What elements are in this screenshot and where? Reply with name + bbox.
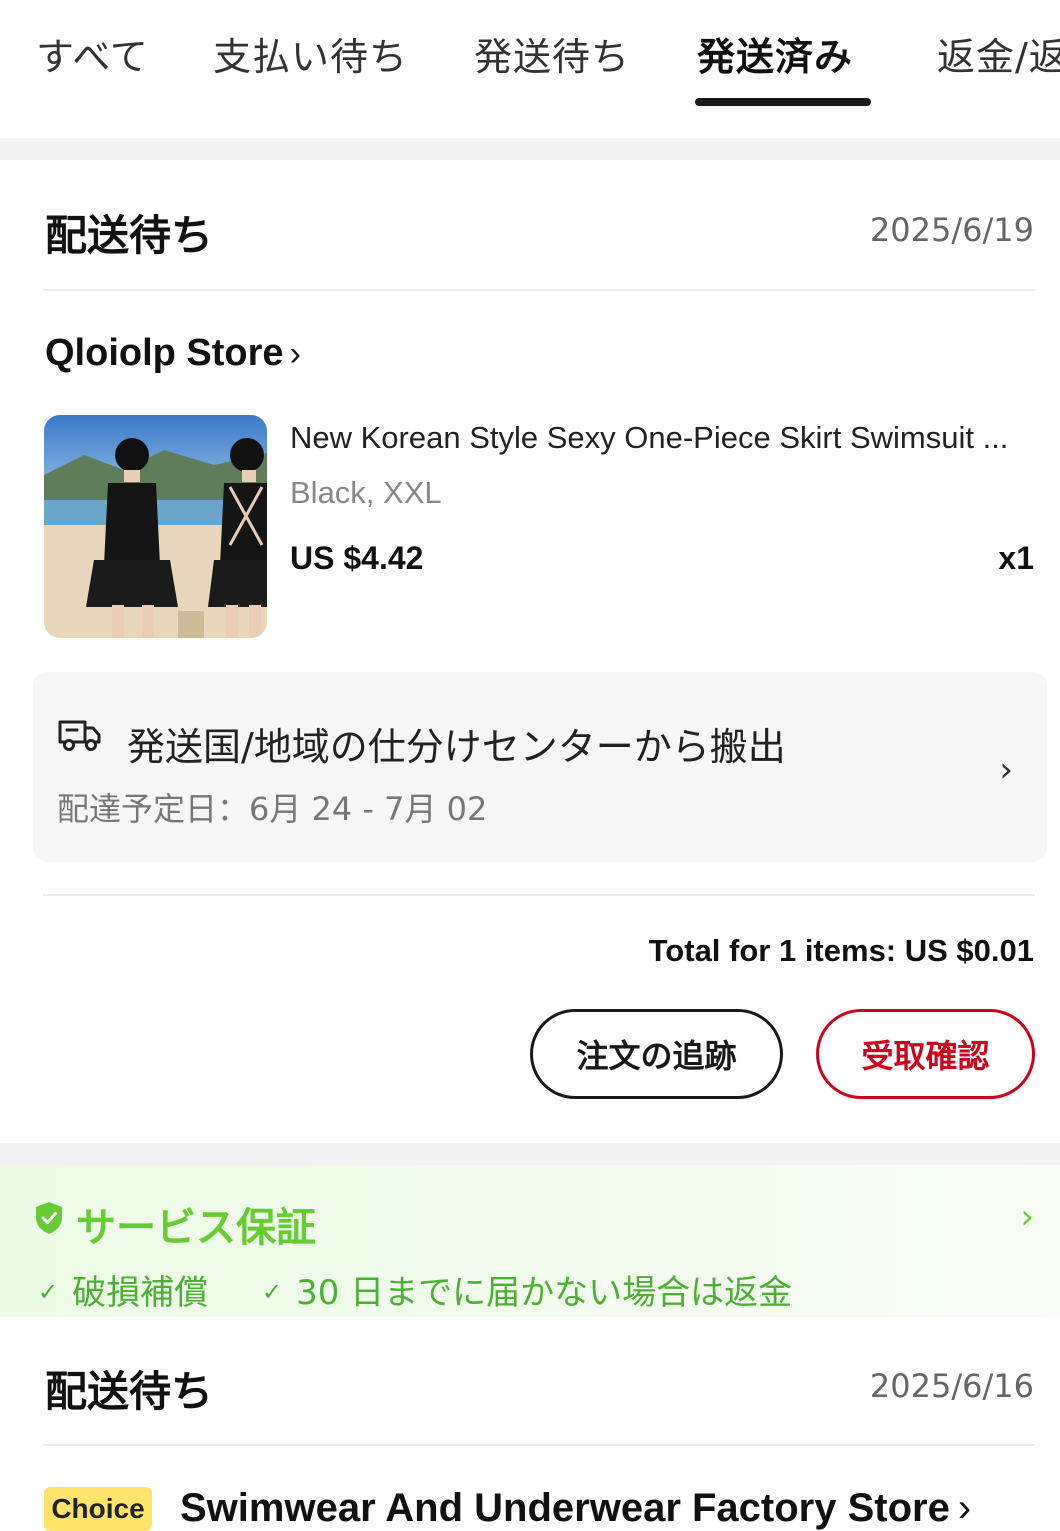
divider <box>43 1444 1035 1446</box>
choice-badge-label: Choice <box>51 1493 145 1524</box>
divider <box>43 289 1035 291</box>
track-order-button[interactable]: 注文の追跡 <box>530 1009 783 1099</box>
tracking-status: 発送国/地域の仕分けセンターから搬出 <box>127 725 786 769</box>
chevron-right-icon: › <box>999 750 1013 790</box>
service-guarantee-banner[interactable]: サービス保証 › ✓ 破損補償 ✓ 30 日までに届かない場合は返金 <box>0 1165 1060 1317</box>
order-date: 2025/6/19 <box>869 211 1034 249</box>
order-date: 2025/6/16 <box>869 1367 1034 1405</box>
product-quantity: x1 <box>998 540 1034 576</box>
tab-awaiting-shipment[interactable]: 発送待ち <box>474 26 630 81</box>
product-price: US $4.42 <box>290 540 424 576</box>
service-item-label: 30 日までに届かない場合は返金 <box>296 1273 793 1313</box>
product-variant: Black, XXL <box>290 475 442 510</box>
service-item: ✓ 30 日までに届かない場合は返金 <box>262 1265 792 1314</box>
check-icon: ✓ <box>262 1278 283 1306</box>
store-link[interactable]: Qloiolp Store › <box>45 332 301 375</box>
store-name: Qloiolp Store <box>45 332 284 374</box>
product-title[interactable]: New Korean Style Sexy One-Piece Skirt Sw… <box>290 420 1038 456</box>
check-icon: ✓ <box>38 1278 59 1306</box>
choice-badge: Choice <box>44 1487 152 1531</box>
store-link[interactable]: Swimwear And Underwear Factory Store › <box>180 1486 971 1531</box>
service-title: サービス保証 <box>76 1205 316 1251</box>
order-card <box>0 160 1060 1143</box>
track-order-label: 注文の追跡 <box>576 1037 737 1075</box>
confirm-receipt-label: 受取確認 <box>861 1037 990 1075</box>
chevron-right-icon: › <box>289 335 301 373</box>
tab-awaiting-payment[interactable]: 支払い待ち <box>213 26 408 81</box>
order-status: 配送待ち <box>45 211 214 260</box>
tracking-panel[interactable]: 発送国/地域の仕分けセンターから搬出 配達予定日：6月 24 - 7月 02 › <box>33 672 1047 862</box>
tab-all[interactable]: すべて <box>36 26 149 81</box>
confirm-receipt-button[interactable]: 受取確認 <box>816 1009 1035 1099</box>
divider <box>43 894 1035 896</box>
section-gap <box>0 138 1060 160</box>
chevron-right-icon: › <box>1020 1197 1034 1237</box>
section-gap <box>0 1143 1060 1165</box>
delivery-estimate: 配達予定日：6月 24 - 7月 02 <box>57 790 488 828</box>
order-tabs: すべて 支払い待ち 発送待ち 発送済み 返金/返 <box>0 0 1060 138</box>
product-image[interactable] <box>44 415 267 638</box>
order-total: Total for 1 items: US $0.01 <box>648 933 1034 968</box>
chevron-right-icon: › <box>957 1486 972 1530</box>
tab-shipped[interactable]: 発送済み <box>697 26 853 81</box>
truck-icon <box>58 720 101 751</box>
service-item: ✓ 破損補償 <box>38 1265 208 1314</box>
order-status: 配送待ち <box>45 1367 214 1416</box>
shield-check-icon <box>36 1202 62 1234</box>
orders-page: すべて 支払い待ち 発送待ち 発送済み 返金/返 配送待ち 2025/6/19 … <box>0 0 1060 1531</box>
store-name: Swimwear And Underwear Factory Store <box>180 1486 950 1530</box>
active-tab-indicator <box>695 98 871 106</box>
service-item-label: 破損補償 <box>72 1273 209 1313</box>
tab-refunds[interactable]: 返金/返 <box>937 26 1060 81</box>
